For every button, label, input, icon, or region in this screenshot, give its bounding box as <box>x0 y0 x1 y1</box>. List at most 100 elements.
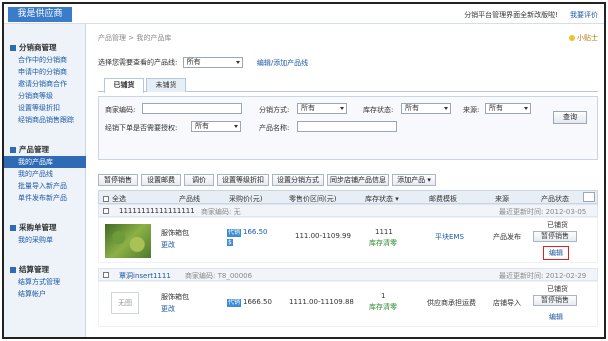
section-icon <box>10 45 16 51</box>
stock-state: 库存清零 <box>369 239 397 247</box>
query-button[interactable]: 查询 <box>553 111 587 124</box>
section-icon <box>10 225 16 231</box>
sidebar-item[interactable]: 分销商等级 <box>4 90 85 102</box>
pause-sale-button[interactable]: 暂停销售 <box>98 174 138 186</box>
auth-label: 经销下单是否需要授权: <box>105 124 178 132</box>
merchant-code-input[interactable] <box>142 103 242 114</box>
edit-product-line-link[interactable]: 编辑/添加产品线 <box>257 59 308 67</box>
filter-panel: 商家编码: 分销方式: 所有 库存状态: 所有 来源: 所有 经销下单是否需要授… <box>98 96 598 160</box>
name-label: 产品名称: <box>259 124 290 132</box>
tab-bar: 已铺货 未铺货 <box>98 78 598 93</box>
product-row: 无图 服饰箱包 更改 代销 1666.50 1111.00-11109.88 1 … <box>98 281 598 327</box>
product-line-select[interactable]: 所有 <box>182 57 243 68</box>
auth-select[interactable]: 所有 <box>191 121 241 132</box>
section-title: 分销商管理 <box>4 42 85 54</box>
consign-badge: 代销 <box>227 229 242 237</box>
source-select[interactable]: 所有 <box>485 103 531 114</box>
purchase-price: 代销 1666.50 <box>227 298 272 307</box>
section-icon <box>10 147 16 153</box>
adjust-price-button[interactable]: 调价 <box>184 174 214 186</box>
bulb-icon <box>569 35 575 41</box>
header-retail-range: 零售价区间(元) <box>289 195 337 203</box>
product-row: 服饰箱包 更改 代销 166.50 $ 111.00-1109.99 1111 库… <box>98 217 598 263</box>
price-tag: $ <box>227 239 233 246</box>
dist-method-select[interactable]: 所有 <box>297 103 347 114</box>
source-label: 来源: <box>463 106 480 114</box>
add-product-button[interactable]: 添加产品 ▾ <box>392 174 436 186</box>
product-name[interactable]: 覃洞insert1111 <box>119 271 171 281</box>
sidebar-item[interactable]: 单件发布新产品 <box>4 192 85 204</box>
set-level-discount-button[interactable]: 设置等级折扣 <box>217 174 269 186</box>
sidebar-item[interactable]: 批量导入新产品 <box>4 180 85 192</box>
checkbox[interactable] <box>103 196 109 202</box>
sort-icon[interactable] <box>583 192 595 202</box>
sidebar-section-purchase: 采购单管理 我的采购单 <box>4 222 85 246</box>
edit-link[interactable]: 编辑 <box>549 312 563 322</box>
sidebar-item[interactable]: 经销商品销售跟踪 <box>4 114 85 126</box>
pause-sale-row-button[interactable]: 暂停销售 <box>533 231 577 242</box>
no-image-placeholder: 无图 <box>111 292 139 314</box>
product-line-filter: 选择您需要查看的产品线: 所有 编辑/添加产品线 <box>98 57 309 68</box>
purchase-price: 代销 166.50 <box>227 228 268 237</box>
header-stock[interactable]: 库存状态 ▾ <box>365 194 399 204</box>
stock-select[interactable]: 所有 <box>401 103 451 114</box>
pause-sale-row-button[interactable]: 暂停销售 <box>533 295 577 306</box>
sidebar-item[interactable]: 合作中的分销商 <box>4 54 85 66</box>
product-name: 11111111111111111 <box>119 207 195 215</box>
sidebar-item[interactable]: 我的产品线 <box>4 168 85 180</box>
breadcrumb: 产品管理 > 我的产品库 <box>98 34 172 42</box>
product-name-input[interactable] <box>297 121 397 132</box>
tips-link[interactable]: 小贴士 <box>569 33 598 43</box>
section-title: 结算管理 <box>4 264 85 276</box>
product-thumbnail[interactable] <box>105 224 151 258</box>
set-dist-method-button[interactable]: 设置分销方式 <box>272 174 324 186</box>
merchant-code: 商家编码: T8_00006 <box>185 272 253 280</box>
sidebar-item[interactable]: 我的采购单 <box>4 234 85 246</box>
dist-method-label: 分销方式: <box>259 106 290 114</box>
checkbox[interactable] <box>103 271 112 279</box>
checkbox[interactable] <box>103 207 112 215</box>
app-window: 我是供应商 分销平台管理界面全新改版啦! 我要评价 分销商管理 合作中的分销商 … <box>2 2 606 339</box>
sync-shop-button[interactable]: 同步店铺产品信息 <box>327 174 389 186</box>
set-postage-button[interactable]: 设置邮费 <box>141 174 181 186</box>
sidebar-section-product: 产品管理 我的产品库 我的产品线 批量导入新产品 单件发布新产品 <box>4 144 86 204</box>
status-text: 已铺货 <box>547 285 568 293</box>
sidebar-item-my-products[interactable]: 我的产品库 <box>4 156 86 168</box>
chevron-down-icon <box>234 125 238 128</box>
product-category: 服饰箱包 <box>161 293 189 301</box>
product-group-header: 覃洞insert1111 商家编码: T8_00006 最近更新时间: 2012… <box>98 268 598 281</box>
sidebar-item[interactable]: 设置等级折扣 <box>4 102 85 114</box>
change-link[interactable]: 更改 <box>161 240 175 250</box>
section-title: 产品管理 <box>4 144 85 156</box>
sidebar-item[interactable]: 结算帐户 <box>4 288 85 300</box>
sidebar-item[interactable]: 邀请分销商合作 <box>4 78 85 90</box>
select-all[interactable]: 全选 <box>103 194 126 204</box>
sidebar-section-settlement: 结算管理 结算方式管理 结算帐户 <box>4 264 85 300</box>
review-link[interactable]: 我要评价 <box>570 10 598 20</box>
merchant-code: 商家编码: 无 <box>201 208 241 216</box>
consign-badge: 代销 <box>227 299 242 307</box>
section-title: 采购单管理 <box>4 222 85 234</box>
source: 店铺导入 <box>493 299 521 307</box>
sidebar-item[interactable]: 结算方式管理 <box>4 276 85 288</box>
sidebar-item[interactable]: 申请中的分销商 <box>4 66 85 78</box>
product-group-header: 11111111111111111 商家编码: 无 最近更新时间: 2012-0… <box>98 204 598 217</box>
chevron-down-icon <box>340 107 344 110</box>
postage-template: 供应商承担运费 <box>427 299 476 307</box>
header-postage: 邮费模板 <box>429 195 457 203</box>
main-content: 产品管理 > 我的产品库 小贴士 选择您需要查看的产品线: 所有 编辑/添加产品… <box>92 24 604 337</box>
stock-label: 库存状态: <box>363 106 394 114</box>
tab-unlisted[interactable]: 未铺货 <box>146 78 186 92</box>
logo: 我是供应商 <box>8 7 72 22</box>
updated-time: 最近更新时间: 2012-03-05 <box>499 208 587 216</box>
postage-template[interactable]: 平块EMS <box>435 232 464 242</box>
tab-listed[interactable]: 已铺货 <box>104 78 144 93</box>
header-source: 来源 <box>495 195 509 203</box>
header-status: 产品状态 <box>541 195 569 203</box>
updated-time: 最近更新时间: 2012-02-29 <box>499 272 587 280</box>
edit-link[interactable]: 编辑 <box>549 248 563 258</box>
header-purchase-price: 采购价(元) <box>229 195 263 203</box>
source: 产品发布 <box>493 233 521 241</box>
sidebar: 分销商管理 合作中的分销商 申请中的分销商 邀请分销商合作 分销商等级 设置等级… <box>4 24 86 337</box>
change-link[interactable]: 更改 <box>161 304 175 314</box>
